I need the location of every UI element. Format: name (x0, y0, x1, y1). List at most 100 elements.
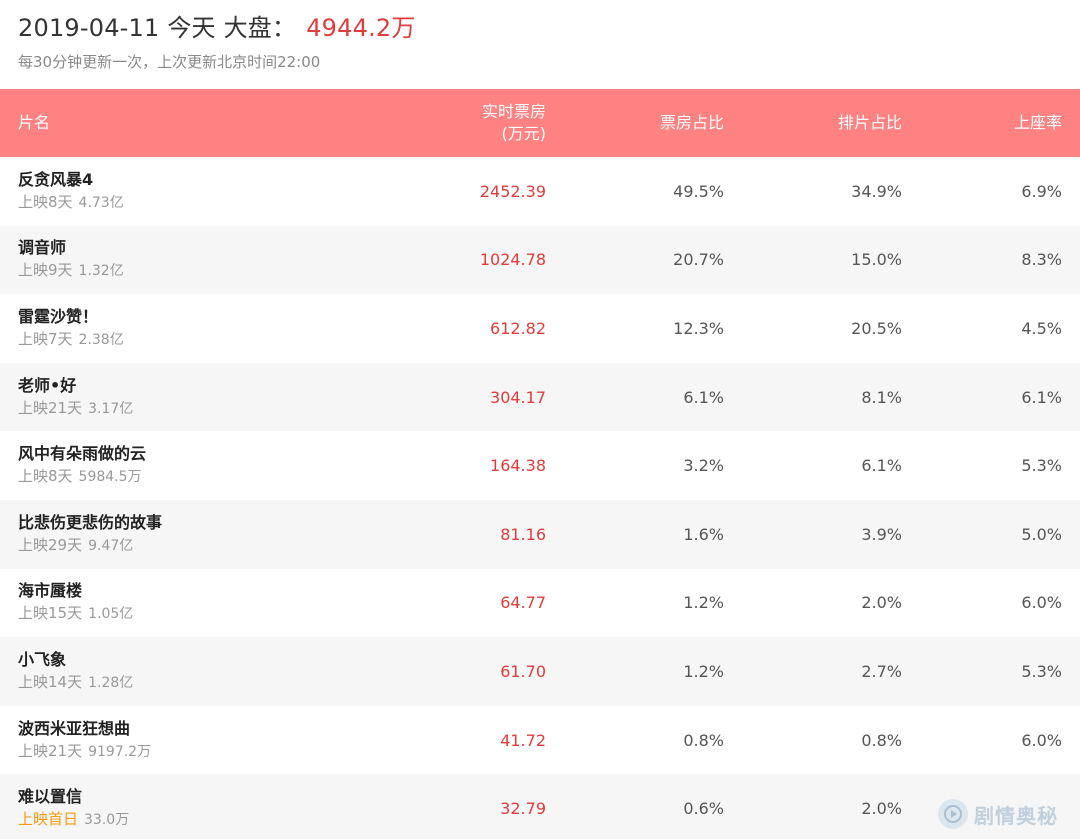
screening-share: 34.9% (851, 181, 902, 201)
table-row[interactable]: 难以置信上映首日 33.0万 32.79 0.6% 2.0% (0, 774, 1080, 839)
headline: 2019-04-11 今天 大盘： 4944.2万 (18, 8, 416, 43)
col-header-box-line1: 实时票房 (481, 102, 546, 121)
movie-cell: 反贪风暴4 上映8天 4.73亿 (0, 157, 400, 226)
movie-cell: 难以置信上映首日 33.0万 (0, 774, 400, 839)
release-status: 上映15天 (18, 604, 83, 623)
watermark-text: 剧情奥秘 (974, 803, 1058, 828)
realtime-box-office: 61.70 (500, 661, 546, 681)
total-gross: 5984.5万 (78, 469, 142, 486)
release-status: 上映21天 (18, 398, 83, 417)
total-gross: 33.0万 (84, 812, 130, 829)
table-row[interactable]: 海市蜃楼 上映15天 1.05亿 64.77 1.2% 2.0% 6.0% (0, 569, 1080, 638)
occupancy-rate: 6.9% (1021, 181, 1062, 201)
table-row[interactable]: 小飞象 上映14天 1.28亿 61.70 1.2% 2.7% 5.3% (0, 637, 1080, 706)
occupancy-rate: 5.3% (1021, 456, 1062, 476)
box-share: 12.3% (673, 318, 724, 338)
total-gross: 3.17亿 (88, 400, 134, 417)
table-row[interactable]: 老师•好 上映21天 3.17亿 304.17 6.1% 8.1% 6.1% (0, 362, 1080, 432)
movie-meta: 上映21天 9197.2万 (18, 740, 400, 763)
report-date: 2019-04-11 (18, 14, 160, 42)
movie-cell: 波西米亚狂想曲 上映21天 9197.2万 (0, 706, 400, 775)
movie-meta: 上映9天 1.32亿 (18, 259, 400, 282)
movie-title[interactable]: 调音师 (18, 237, 400, 259)
realtime-box-office: 32.79 (500, 799, 546, 819)
screening-share: 20.5% (851, 318, 902, 338)
movie-cell: 老师•好 上映21天 3.17亿 (0, 363, 400, 432)
table-row[interactable]: 波西米亚狂想曲 上映21天 9197.2万 41.72 0.8% 0.8% 6.0% (0, 706, 1080, 775)
table-row[interactable]: 调音师 上映9天 1.32亿 1024.78 20.7% 15.0% 8.3% (0, 225, 1080, 295)
movie-title[interactable]: 风中有朵雨做的云 (18, 443, 400, 465)
total-gross: 2.38亿 (78, 331, 124, 348)
box-share: 1.2% (683, 593, 724, 613)
movie-title[interactable]: 老师•好 (18, 375, 400, 397)
movie-cell: 海市蜃楼上映15天 1.05亿 (0, 569, 400, 638)
release-status: 上映21天 (18, 741, 83, 760)
realtime-box-office: 81.16 (500, 524, 546, 544)
release-status: 上映首日 (18, 810, 79, 829)
occupancy-rate: 8.3% (1021, 250, 1062, 270)
table-header-row: 片名 实时票房 (万元) 票房占比 排片占比 上座率 (0, 89, 1080, 157)
realtime-box-office: 612.82 (490, 318, 546, 338)
movie-meta: 上映29天 9.47亿 (18, 534, 400, 557)
occupancy-rate: 5.0% (1021, 524, 1062, 544)
release-status: 上映8天 (18, 192, 73, 211)
screening-share: 3.9% (861, 524, 902, 544)
screening-share: 15.0% (851, 250, 902, 270)
box-share: 6.1% (683, 387, 724, 407)
col-header-name[interactable]: 片名 (0, 89, 400, 157)
box-share: 20.7% (673, 250, 724, 270)
movie-cell: 比悲伤更悲伤的故事 上映29天 9.47亿 (0, 500, 400, 569)
movie-cell: 调音师 上映9天 1.32亿 (0, 226, 400, 295)
market-label: 大盘： (223, 14, 297, 42)
col-header-occupancy[interactable]: 上座率 (920, 89, 1080, 157)
realtime-box-office: 41.72 (500, 730, 546, 750)
watermark: 剧情奥秘 (938, 799, 1058, 829)
release-status: 上映8天 (18, 467, 73, 486)
release-status: 上映7天 (18, 329, 73, 348)
total-gross: 9.47亿 (88, 537, 134, 554)
occupancy-rate: 6.0% (1021, 730, 1062, 750)
release-status: 上映9天 (18, 261, 73, 280)
realtime-box-office: 304.17 (490, 387, 546, 407)
box-share: 0.6% (683, 799, 724, 819)
movie-meta: 上映7天 2.38亿 (18, 328, 400, 351)
total-gross: 1.05亿 (88, 606, 134, 623)
movie-title[interactable]: 反贪风暴4 (18, 169, 400, 191)
realtime-box-office: 1024.78 (479, 250, 546, 270)
movie-title[interactable]: 难以置信 (18, 786, 400, 808)
box-share: 0.8% (683, 730, 724, 750)
movie-cell: 小飞象 上映14天 1.28亿 (0, 637, 400, 706)
movie-meta: 上映21天 3.17亿 (18, 397, 400, 420)
total-gross: 9197.2万 (88, 743, 152, 760)
col-header-box-share[interactable]: 票房占比 (564, 89, 742, 157)
col-header-box-line2: (万元) (501, 124, 547, 143)
release-status: 上映14天 (18, 672, 83, 691)
movie-title[interactable]: 小飞象 (18, 649, 400, 671)
movie-title[interactable]: 雷霆沙赞！ (18, 306, 400, 328)
realtime-box-office: 2452.39 (479, 181, 546, 201)
box-share: 1.2% (683, 661, 724, 681)
movie-title[interactable]: 波西米亚狂想曲 (18, 718, 400, 740)
occupancy-rate: 6.1% (1021, 387, 1062, 407)
screening-share: 8.1% (861, 387, 902, 407)
col-header-screening-share[interactable]: 排片占比 (742, 89, 920, 157)
table-row[interactable]: 风中有朵雨做的云 上映8天 5984.5万 164.38 3.2% 6.1% 5.3% (0, 431, 1080, 500)
box-office-table: 片名 实时票房 (万元) 票房占比 排片占比 上座率 反贪风暴4 上映8天 4.73… (0, 89, 1080, 839)
release-status: 上映29天 (18, 535, 83, 554)
screening-share: 6.1% (861, 456, 902, 476)
movie-meta: 上映14天 1.28亿 (18, 671, 400, 694)
screening-share: 2.7% (861, 661, 902, 681)
movie-meta: 上映8天 4.73亿 (18, 191, 400, 214)
box-share: 49.5% (673, 181, 724, 201)
table-row[interactable]: 雷霆沙赞！ 上映7天 2.38亿 612.82 12.3% 20.5% 4.5% (0, 294, 1080, 363)
occupancy-rate: 6.0% (1021, 593, 1062, 613)
screening-share: 0.8% (861, 730, 902, 750)
movie-title[interactable]: 海市蜃楼 (18, 580, 400, 602)
movie-title[interactable]: 比悲伤更悲伤的故事 (18, 512, 400, 534)
table-row[interactable]: 比悲伤更悲伤的故事 上映29天 9.47亿 81.16 1.6% 3.9% 5.0% (0, 499, 1080, 569)
screening-share: 2.0% (861, 799, 902, 819)
table-row[interactable]: 反贪风暴4 上映8天 4.73亿 2452.39 49.5% 34.9% 6.9% (0, 157, 1080, 226)
market-total: 4944.2万 (306, 14, 416, 42)
col-header-box-office[interactable]: 实时票房 (万元) (400, 89, 564, 157)
movie-cell: 风中有朵雨做的云 上映8天 5984.5万 (0, 431, 400, 500)
